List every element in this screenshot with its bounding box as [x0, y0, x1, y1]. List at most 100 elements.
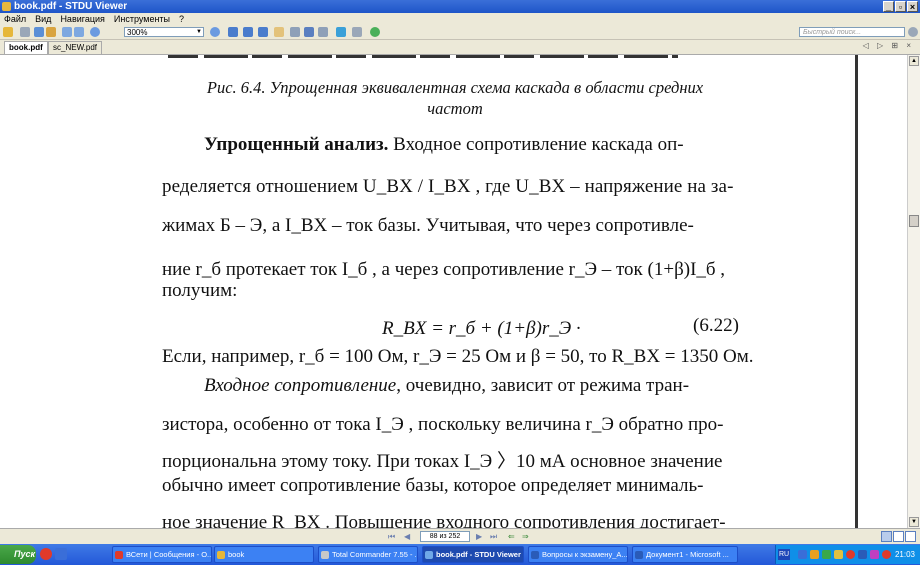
two-page-icon[interactable]: [74, 27, 84, 37]
save-icon[interactable]: [34, 27, 44, 37]
fit-height-icon[interactable]: [258, 27, 268, 37]
back-icon[interactable]: ⇐: [508, 532, 515, 541]
task-label: ВСети | Сообщения - О...: [126, 550, 212, 559]
tray-app-icon[interactable]: [846, 550, 855, 559]
task-book-folder[interactable]: book: [214, 546, 314, 563]
task-stdu-viewer[interactable]: book.pdf - STDU Viewer: [422, 546, 524, 563]
task-word-questions[interactable]: Вопросы к экзамену_А...: [528, 546, 628, 563]
chevron-down-icon[interactable]: ▼: [195, 28, 203, 36]
menu-view[interactable]: Вид: [35, 13, 51, 25]
line-text: , очевидно, зависит от режима тран-: [396, 375, 690, 396]
tray-expand-icon[interactable]: [798, 550, 807, 559]
minimize-button[interactable]: _: [883, 1, 894, 12]
bookmark-icon[interactable]: [318, 27, 328, 37]
menu-navigation[interactable]: Навигация: [60, 13, 104, 25]
continuous-view-icon[interactable]: [905, 531, 916, 542]
search-icon[interactable]: [908, 27, 918, 37]
formula-number: (6.22): [693, 315, 739, 336]
zoom-out-icon[interactable]: [90, 27, 100, 37]
zoom-combo[interactable]: 300% ▼: [124, 27, 204, 37]
menu-tools[interactable]: Инструменты: [114, 13, 170, 25]
rotate-icon[interactable]: [336, 27, 346, 37]
section-heading: Упрощенный анализ.: [204, 134, 389, 155]
tray-app-icon[interactable]: [870, 550, 879, 559]
caption-line: Рис. 6.4. Упрощенная эквивалентная схема…: [206, 78, 704, 97]
task-label: Документ1 - Microsoft ...: [646, 550, 729, 559]
tray-app-icon[interactable]: [810, 550, 819, 559]
vertical-scrollbar[interactable]: ▲ ▼: [907, 55, 920, 528]
task-vseti[interactable]: ВСети | Сообщения - О...: [112, 546, 212, 563]
paragraph-line: зистора, особенно от тока I_Э , поскольк…: [162, 414, 724, 435]
fit-page-icon[interactable]: [228, 27, 238, 37]
page-indicator[interactable]: 88 из 252: [420, 531, 470, 542]
text-select-icon[interactable]: [290, 27, 300, 37]
start-button[interactable]: Пуск: [0, 545, 36, 564]
menu-file[interactable]: Файл: [4, 13, 26, 25]
paragraph-line: обычно имеет сопротивление базы, которое…: [162, 475, 704, 496]
menu-bar: Файл Вид Навигация Инструменты ?: [0, 13, 920, 25]
folder-icon: [217, 551, 225, 559]
paragraph-line: Входное сопротивление, очевидно, зависит…: [204, 375, 689, 397]
first-page-icon[interactable]: ⏮: [388, 532, 395, 542]
show-desktop-icon[interactable]: [55, 548, 67, 560]
clock[interactable]: 21:03: [895, 545, 915, 564]
paragraph-line: Если, например, r_б = 100 Ом, r_Э = 25 О…: [162, 346, 754, 367]
opera-icon: [115, 551, 123, 559]
export-icon[interactable]: [46, 27, 56, 37]
prev-page-icon[interactable]: ◀: [404, 532, 410, 541]
close-button[interactable]: ×: [907, 1, 918, 12]
opera-icon[interactable]: [40, 548, 52, 560]
last-page-icon[interactable]: ⏭: [490, 532, 497, 542]
task-label: Total Commander 7.55 - ...: [332, 550, 418, 559]
paragraph-line: жимах Б – Э, а I_BX – ток базы. Учитывая…: [162, 215, 694, 236]
copy-icon[interactable]: [352, 27, 362, 37]
language-indicator[interactable]: RU: [778, 549, 790, 560]
tray-app-icon[interactable]: [834, 550, 843, 559]
refresh-icon[interactable]: [370, 27, 380, 37]
snapshot-icon[interactable]: [304, 27, 314, 37]
next-page-icon[interactable]: ▶: [476, 532, 482, 541]
scroll-down-icon[interactable]: ▼: [909, 517, 919, 527]
line-text: Входное сопротивление каскада оп-: [388, 134, 684, 155]
paragraph-line: ние r_б протекает ток I_б , а через сопр…: [162, 259, 726, 280]
scroll-thumb[interactable]: [909, 215, 919, 227]
fit-width-icon[interactable]: [243, 27, 253, 37]
hand-tool-icon[interactable]: [274, 27, 284, 37]
window-controls: _ ▫ ×: [883, 1, 918, 12]
menu-help[interactable]: ?: [179, 13, 184, 25]
toolbar: 300% ▼ Быстрый поиск...: [0, 25, 920, 40]
paragraph-line: ределяется отношением U_BX / I_BX , где …: [162, 176, 734, 197]
open-folder-icon[interactable]: [3, 27, 13, 37]
paragraph-line: Упрощенный анализ. Входное сопротивление…: [204, 134, 684, 156]
maximize-button[interactable]: ▫: [895, 1, 906, 12]
zoom-value: 300%: [127, 28, 148, 37]
tab-sc-new-pdf[interactable]: sc_NEW.pdf: [48, 41, 103, 54]
title-bar: book.pdf - STDU Viewer _ ▫ ×: [0, 0, 920, 13]
tray-app-icon[interactable]: [882, 550, 891, 559]
single-view-icon[interactable]: [881, 531, 892, 542]
task-label: book: [228, 550, 245, 559]
page-navigation-bar: ⏮ ◀ 88 из 252 ▶ ⏭ ⇐ ⇒: [0, 528, 920, 544]
scroll-up-icon[interactable]: ▲: [909, 56, 919, 66]
emphasis-text: Входное сопротивление: [204, 375, 397, 396]
figure-fragment: [168, 55, 678, 58]
paragraph-line: получим:: [162, 280, 238, 301]
forward-icon[interactable]: ⇒: [522, 532, 529, 541]
network-icon[interactable]: [858, 550, 867, 559]
task-label: Вопросы к экзамену_А...: [542, 550, 628, 559]
word-icon: [635, 551, 643, 559]
taskbar: Пуск ВСети | Сообщения - О... book Total…: [0, 544, 920, 565]
quick-search-input[interactable]: Быстрый поиск...: [799, 27, 905, 37]
task-word-document[interactable]: Документ1 - Microsoft ...: [632, 546, 738, 563]
app-icon: [2, 2, 11, 11]
zoom-in-icon[interactable]: [210, 27, 220, 37]
tab-controls[interactable]: ◁ ▷ ⊞ ×: [863, 41, 914, 50]
task-total-commander[interactable]: Total Commander 7.55 - ...: [318, 546, 418, 563]
tray-app-icon[interactable]: [822, 550, 831, 559]
caption-line: частот: [427, 99, 483, 118]
print-icon[interactable]: [20, 27, 30, 37]
single-page-icon[interactable]: [62, 27, 72, 37]
paragraph-line: ное значение R_BX . Повышение входного с…: [162, 512, 726, 528]
tab-book-pdf[interactable]: book.pdf: [4, 41, 48, 54]
grid-view-icon[interactable]: [893, 531, 904, 542]
